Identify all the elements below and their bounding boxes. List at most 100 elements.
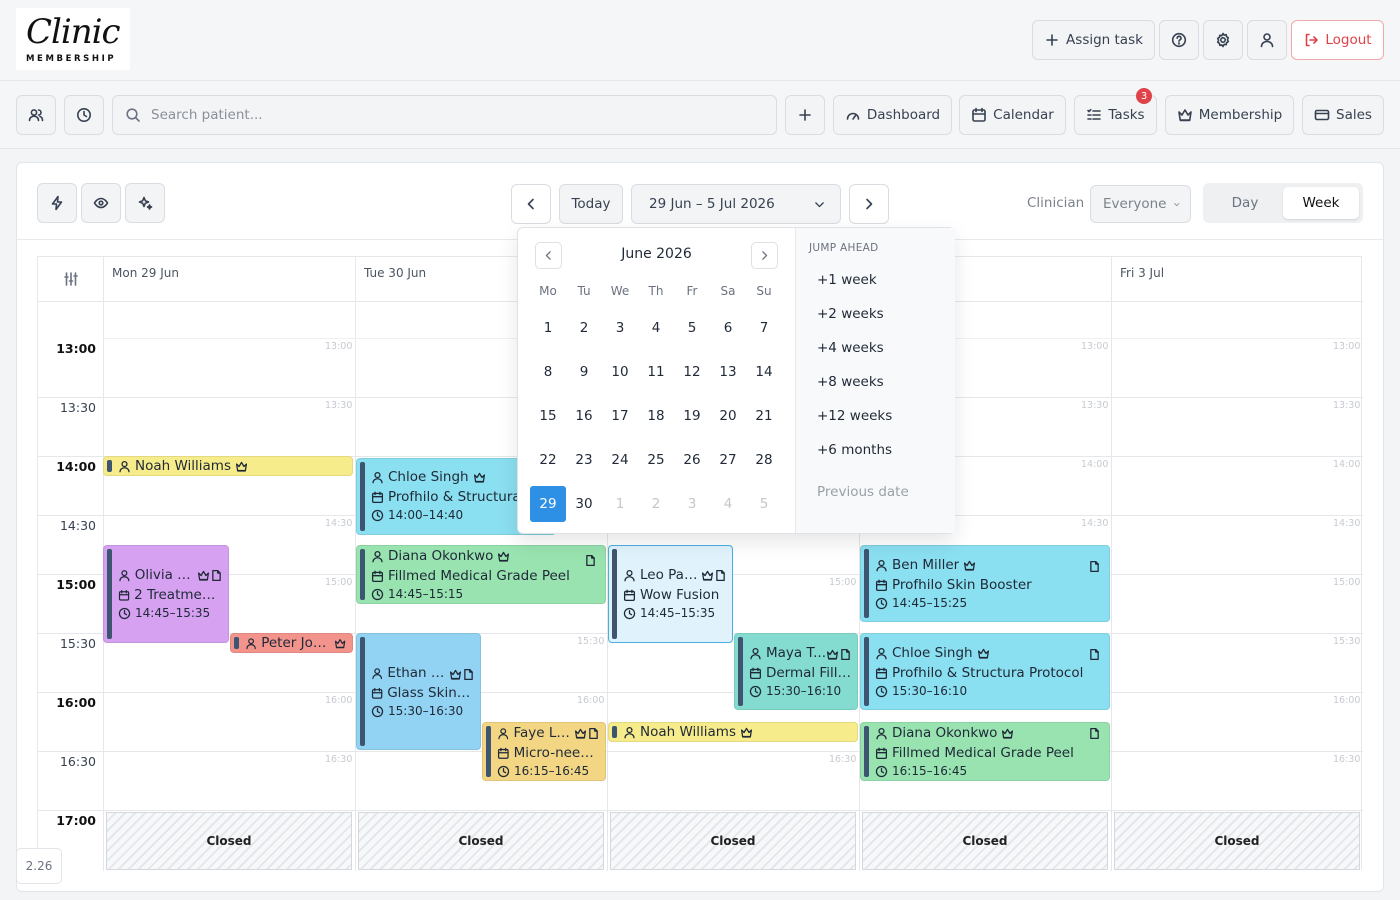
clock-icon (749, 685, 762, 698)
calendar-icon (749, 667, 762, 680)
slot-watermark: 13:30 (325, 400, 353, 411)
clinic-logo[interactable]: Clinic MEMBERSHIP (16, 8, 130, 70)
day-cell[interactable]: 25 (638, 442, 674, 478)
tasks-button[interactable]: Tasks 3 (1074, 88, 1157, 135)
day-cell[interactable]: 6 (710, 310, 746, 346)
jump-option[interactable]: +2 weeks (817, 306, 884, 322)
day-cell[interactable]: 17 (602, 398, 638, 434)
day-cell-outside-month[interactable]: 4 (710, 486, 746, 522)
day-cell[interactable]: 1 (530, 310, 566, 346)
clinician-select[interactable]: Everyone (1090, 185, 1191, 223)
appointment-diana-okonkwo[interactable]: Diana Okonkwo Fillmed Medical Grade Peel… (356, 545, 606, 604)
day-cell[interactable]: 2 (566, 310, 602, 346)
appointment-time: 14:45–15:15 (388, 587, 464, 601)
prev-week-button[interactable] (511, 184, 551, 224)
day-cell[interactable]: 22 (530, 442, 566, 478)
day-cell[interactable]: 5 (674, 310, 710, 346)
day-cell[interactable]: 3 (602, 310, 638, 346)
search-bar[interactable] (112, 95, 777, 135)
appointment-diana-okonkwo-2[interactable]: Diana Okonkwo Fillmed Medical Grade Peel… (860, 722, 1110, 781)
day-cell[interactable]: 4 (638, 310, 674, 346)
patients-button[interactable] (16, 95, 56, 135)
appointment-patient: Olivia B... (134, 567, 198, 583)
visibility-button[interactable] (81, 183, 121, 223)
appointment-ethan[interactable]: Ethan B... Glass Skin F... 15:30–16:30 (356, 633, 481, 750)
profile-button[interactable] (1247, 20, 1287, 60)
today-button[interactable]: Today (559, 184, 623, 224)
day-cell[interactable]: 13 (710, 354, 746, 390)
search-input[interactable] (151, 107, 751, 123)
day-cell[interactable]: 14 (746, 354, 782, 390)
appointment-faye[interactable]: Faye La... Micro-need... 16:15–16:45 (482, 722, 606, 781)
jump-option[interactable]: +12 weeks (817, 408, 892, 424)
settings-button[interactable] (1203, 20, 1243, 60)
time-label-1630: 16:30 (59, 754, 96, 769)
day-cell[interactable]: 9 (566, 354, 602, 390)
day-cell[interactable]: 7 (746, 310, 782, 346)
appointment-chloe-singh-2[interactable]: Chloe Singh Profhilo & Structura Protoco… (860, 633, 1110, 710)
calendar-button[interactable]: Calendar (959, 95, 1066, 135)
day-cell[interactable]: 19 (674, 398, 710, 434)
appointment-service: Profhilo Skin Booster (892, 577, 1032, 593)
sales-button[interactable]: Sales (1302, 95, 1384, 135)
appointment-noah-williams[interactable]: Noah Williams (103, 456, 353, 476)
jump-option[interactable]: +4 weeks (817, 340, 884, 356)
appointment-leo[interactable]: Leo Pat... Wow Fusion 14:45–15:35 (608, 545, 733, 643)
grid-settings-button[interactable] (38, 257, 103, 301)
user-icon (371, 550, 384, 563)
day-cell[interactable]: 12 (674, 354, 710, 390)
appointment-time: 16:15–16:45 (892, 764, 968, 778)
jump-option[interactable]: +8 weeks (817, 374, 884, 390)
day-cell[interactable]: 27 (710, 442, 746, 478)
appointment-time: 14:45–15:25 (892, 596, 968, 610)
tasks-label: Tasks (1108, 107, 1145, 123)
logout-button[interactable]: Logout (1291, 20, 1384, 60)
help-icon (1171, 32, 1187, 48)
day-cell[interactable]: 26 (674, 442, 710, 478)
plus-icon (1046, 34, 1058, 46)
next-week-button[interactable] (849, 184, 889, 224)
weekday-label: Su (756, 284, 772, 298)
appointment-ben-miller[interactable]: Ben Miller Profhilo Skin Booster 14:45–1… (860, 545, 1110, 622)
jump-option[interactable]: +1 week (817, 272, 877, 288)
jump-option[interactable]: +6 months (817, 442, 892, 458)
day-cell[interactable]: 18 (638, 398, 674, 434)
history-button[interactable] (64, 95, 104, 135)
day-cell-selected[interactable]: 29 (530, 486, 566, 522)
day-cell[interactable]: 16 (566, 398, 602, 434)
date-range-select[interactable]: 29 Jun – 5 Jul 2026 (631, 184, 841, 224)
day-cell-outside-month[interactable]: 2 (638, 486, 674, 522)
add-button[interactable] (785, 95, 825, 135)
day-cell[interactable]: 11 (638, 354, 674, 390)
dashboard-button[interactable]: Dashboard (833, 95, 952, 135)
help-button[interactable] (1159, 20, 1199, 60)
view-week-tab[interactable]: Week (1283, 187, 1359, 219)
day-cell-outside-month[interactable]: 5 (746, 486, 782, 522)
appointment-olivia[interactable]: Olivia B... 2 Treatment... 14:45–15:35 (103, 545, 229, 643)
day-cell[interactable]: 10 (602, 354, 638, 390)
quick-actions-button[interactable] (37, 183, 77, 223)
day-cell[interactable]: 15 (530, 398, 566, 434)
next-month-button[interactable] (751, 242, 778, 269)
weekday-label: We (610, 284, 630, 298)
day-cell-outside-month[interactable]: 1 (602, 486, 638, 522)
day-cell-outside-month[interactable]: 3 (674, 486, 710, 522)
day-cell[interactable]: 28 (746, 442, 782, 478)
view-day-tab[interactable]: Day (1207, 187, 1283, 219)
day-cell[interactable]: 23 (566, 442, 602, 478)
membership-button[interactable]: Membership (1165, 95, 1294, 135)
crown-icon (963, 559, 976, 572)
day-cell[interactable]: 20 (710, 398, 746, 434)
day-cell[interactable]: 8 (530, 354, 566, 390)
day-cell[interactable]: 24 (602, 442, 638, 478)
assign-task-button[interactable]: Assign task (1032, 20, 1155, 60)
day-cell[interactable]: 30 (566, 486, 602, 522)
previous-date-option[interactable]: Previous date (817, 484, 909, 500)
appointment-noah-williams-2[interactable]: Noah Williams (608, 722, 858, 742)
ai-button[interactable] (125, 183, 165, 223)
appointment-peter[interactable]: Peter Jon... (230, 633, 353, 653)
appointment-patient: Diana Okonkwo (388, 548, 494, 564)
day-cell[interactable]: 21 (746, 398, 782, 434)
crown-icon (1177, 107, 1193, 123)
appointment-maya[interactable]: Maya T... Dermal Filler 15:30–16:10 (734, 633, 858, 710)
